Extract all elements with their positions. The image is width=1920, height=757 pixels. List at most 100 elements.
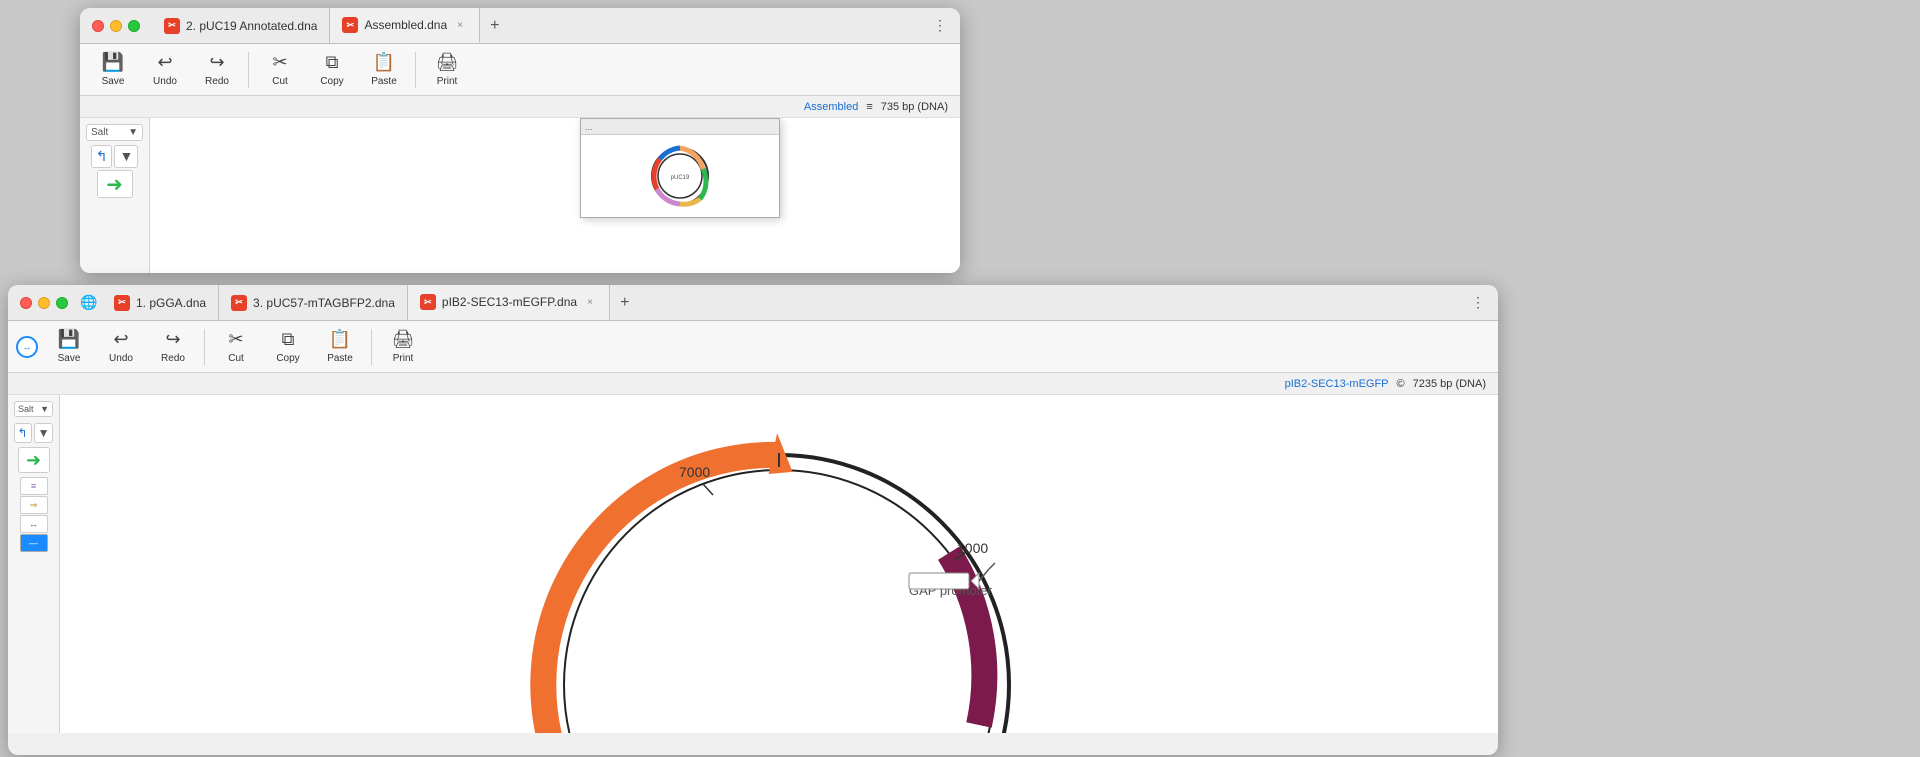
tab-puc57[interactable]: ✂ 3. pUC57-mTAGBFP2.dna [219, 285, 408, 320]
tab-pib2[interactable]: ✂ pIB2-SEC13-mEGFP.dna × [408, 285, 610, 320]
toolbar-divider-1-bottom [204, 329, 205, 365]
tab-assembled[interactable]: ✂ Assembled.dna × [330, 8, 480, 43]
undo-button-top[interactable]: ↩ Undo [140, 48, 190, 91]
sidebar-extra-tools: ≡ ⇒ ↔ — [12, 477, 55, 552]
print-button-top[interactable]: 🖨 Print [422, 48, 472, 91]
tab-bar-end-bottom: ⋮ [1466, 291, 1498, 315]
info-title-top: Assembled [804, 101, 858, 113]
save-icon-top: 💾 [102, 52, 124, 73]
info-bar-bottom: pIB2-SEC13-mEGFP © 7235 bp (DNA) [8, 373, 1498, 395]
tab-pgga[interactable]: ✂ 1. pGGA.dna [102, 285, 219, 320]
svg-text:7000: 7000 [679, 464, 710, 480]
redo-icon-top: ↪ [209, 52, 224, 73]
sidebar-top: Salt ▼ ↰ ▼ ➜ [80, 118, 150, 273]
copy-icon-top: ⧉ [326, 52, 339, 73]
maximize-button-bottom[interactable] [56, 297, 68, 309]
toolbar-divider-2-bottom [371, 329, 372, 365]
svg-text:1000: 1000 [957, 540, 988, 556]
sidebar-tool-arrow-bottom[interactable]: ↰ [14, 423, 32, 443]
redo-button-bottom[interactable]: ↪ Redo [148, 325, 198, 368]
content-area-bottom: 7000 1000 6000 GAP promoter [60, 395, 1498, 733]
info-size-top: 735 bp (DNA) [881, 101, 948, 113]
info-bar-top: Assembled ≡ 735 bp (DNA) [80, 96, 960, 118]
cut-icon-bottom: ✂ [228, 329, 243, 350]
toolbar-divider-2-top [415, 52, 416, 88]
salt-dropdown-bottom[interactable]: Salt ▼ [14, 401, 53, 417]
tab-icon-assembled: ✂ [342, 17, 358, 33]
sidebar-tools-row-bottom: ↰ ▼ [12, 423, 55, 443]
sidebar-tools-row: ↰ ▼ [84, 145, 145, 168]
minimize-button-top[interactable] [110, 20, 122, 32]
three-dots-top[interactable]: ⋮ [928, 14, 952, 38]
tab-icon-pgga: ✂ [114, 295, 130, 311]
tab-icon-puc57: ✂ [231, 295, 247, 311]
undo-icon-top: ↩ [157, 52, 172, 73]
close-button-bottom[interactable] [20, 297, 32, 309]
window-bottom: 🌐 ✂ 1. pGGA.dna ✂ 3. pUC57-mTAGBFP2.dna … [8, 285, 1498, 755]
main-area-bottom: Salt ▼ ↰ ▼ ➜ ≡ ⇒ ↔ — [8, 395, 1498, 733]
traffic-lights-bottom [8, 297, 80, 309]
main-area-top: Salt ▼ ↰ ▼ ➜ ... [80, 118, 960, 273]
tab-bar-end-top: ⋮ [928, 14, 960, 38]
sidebar-tool-arrow[interactable]: ↰ [91, 145, 113, 168]
cut-icon-top: ✂ [272, 52, 287, 73]
sidebar-tool-down[interactable]: ▼ [114, 145, 138, 168]
sidebar-tool-lr[interactable]: ↔ [20, 515, 48, 533]
cursor-indicator: ↔ [16, 336, 38, 358]
cut-button-bottom[interactable]: ✂ Cut [211, 325, 261, 368]
salt-dropdown[interactable]: Salt ▼ [86, 124, 143, 141]
tab-puc19[interactable]: ✂ 2. pUC19 Annotated.dna [152, 8, 330, 43]
minimize-button-bottom[interactable] [38, 297, 50, 309]
three-dots-bottom[interactable]: ⋮ [1466, 291, 1490, 315]
toolbar-divider-1-top [248, 52, 249, 88]
paste-icon-bottom: 📋 [329, 329, 351, 350]
paste-button-bottom[interactable]: 📋 Paste [315, 325, 365, 368]
sidebar-tool-blue[interactable]: — [20, 534, 48, 552]
save-icon-bottom: 💾 [58, 329, 80, 350]
title-bar-top: ✂ 2. pUC19 Annotated.dna ✂ Assembled.dna… [80, 8, 960, 44]
sidebar-dropdown-area: Salt ▼ [84, 122, 145, 143]
info-icon-top: ≡ [866, 101, 872, 113]
sidebar-green-arrow-bottom[interactable]: ➜ [18, 447, 50, 473]
maximize-button-top[interactable] [128, 20, 140, 32]
tab-close-pib2[interactable]: × [583, 295, 597, 309]
info-size-bottom: 7235 bp (DNA) [1413, 378, 1486, 390]
new-tab-button-top[interactable]: + [480, 8, 509, 43]
sidebar-tool-lines[interactable]: ≡ [20, 477, 48, 495]
paste-icon-top: 📋 [373, 52, 395, 73]
tab-label-puc57: 3. pUC57-mTAGBFP2.dna [253, 296, 395, 310]
close-button-top[interactable] [92, 20, 104, 32]
cut-button-top[interactable]: ✂ Cut [255, 48, 305, 91]
sidebar-tool-arrows[interactable]: ⇒ [20, 496, 48, 514]
tab-icon-pib2: ✂ [420, 294, 436, 310]
toolbar-bottom: ↔ 💾 Save ↩ Undo ↪ Redo ✂ Cut ⧉ Copy 📋 Pa… [8, 321, 1498, 373]
new-tab-button-bottom[interactable]: + [610, 285, 639, 320]
copy-icon-bottom: ⧉ [282, 329, 295, 350]
copy-button-top[interactable]: ⧉ Copy [307, 48, 357, 91]
paste-button-top[interactable]: 📋 Paste [359, 48, 409, 91]
copy-button-bottom[interactable]: ⧉ Copy [263, 325, 313, 368]
print-icon-bottom: 🖨 [392, 329, 415, 350]
undo-icon-bottom: ↩ [113, 329, 128, 350]
tab-icon-puc19: ✂ [164, 18, 180, 34]
redo-button-top[interactable]: ↪ Redo [192, 48, 242, 91]
traffic-lights-top [80, 20, 152, 32]
tabs-bar-bottom: ✂ 1. pGGA.dna ✂ 3. pUC57-mTAGBFP2.dna ✂ … [102, 285, 1466, 320]
plasmid-diagram: 7000 1000 6000 GAP promoter [60, 395, 1498, 733]
undo-button-bottom[interactable]: ↩ Undo [96, 325, 146, 368]
sidebar-bottom: Salt ▼ ↰ ▼ ➜ ≡ ⇒ ↔ — [8, 395, 60, 733]
tab-label-pgga: 1. pGGA.dna [136, 296, 206, 310]
save-button-bottom[interactable]: 💾 Save [44, 325, 94, 368]
sidebar-tool-down-bottom[interactable]: ▼ [34, 423, 54, 443]
tab-label-puc19: 2. pUC19 Annotated.dna [186, 19, 317, 33]
svg-text:SEC13: SEC13 [984, 732, 1029, 733]
preview-popup: ... p [580, 118, 780, 218]
save-button-top[interactable]: 💾 Save [88, 48, 138, 91]
print-button-bottom[interactable]: 🖨 Print [378, 325, 428, 368]
tab-close-assembled[interactable]: × [453, 18, 467, 32]
tabs-bar-top: ✂ 2. pUC19 Annotated.dna ✂ Assembled.dna… [152, 8, 928, 43]
sidebar-green-arrow[interactable]: ➜ [97, 170, 133, 198]
preview-bar-text: ... [585, 122, 593, 132]
preview-popup-bar: ... [581, 119, 779, 135]
print-icon-top: 🖨 [436, 52, 459, 73]
